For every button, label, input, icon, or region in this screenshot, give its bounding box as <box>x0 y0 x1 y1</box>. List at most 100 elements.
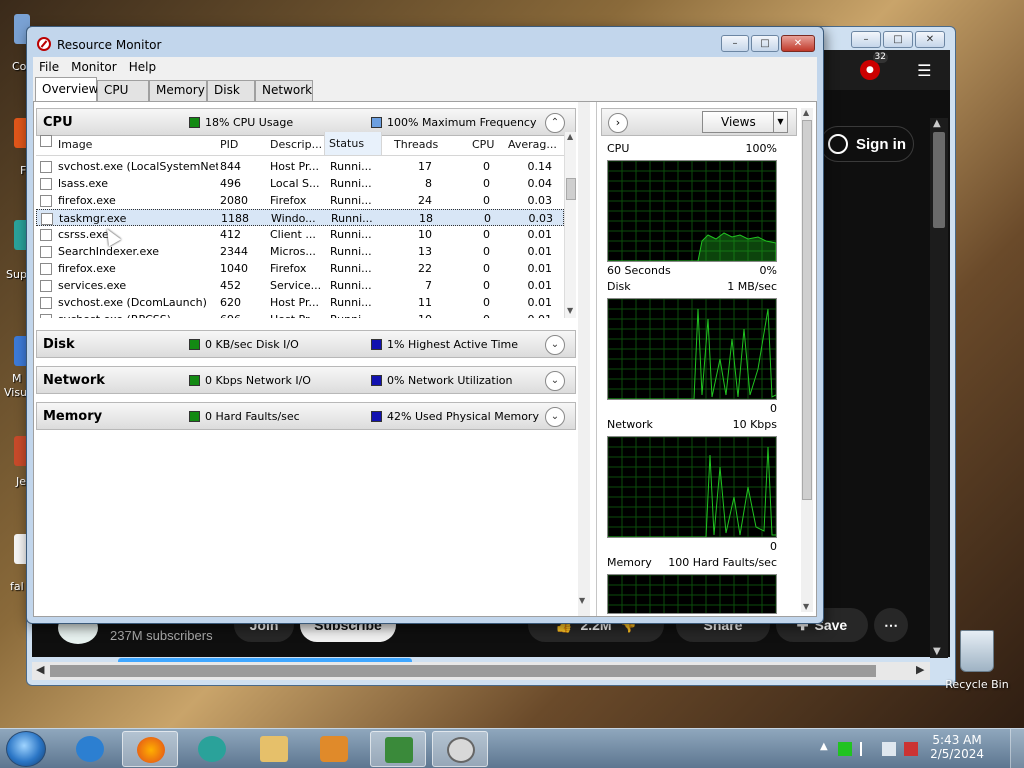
scrollbar-thumb[interactable] <box>566 178 576 200</box>
close-button[interactable]: ✕ <box>781 35 815 52</box>
memory-section-header[interactable]: Memory 0 Hard Faults/sec 42% Used Physic… <box>36 402 576 430</box>
recycle-bin[interactable]: Recycle Bin <box>942 630 1012 691</box>
row-checkbox[interactable] <box>40 297 52 309</box>
row-checkbox[interactable] <box>40 280 52 292</box>
column-header-description[interactable]: Descrip... <box>270 138 322 151</box>
firefox-vertical-scrollbar[interactable]: ▲ ▼ <box>930 118 948 658</box>
expand-chevron-icon[interactable]: ⌄ <box>545 407 565 427</box>
table-row[interactable]: firefox.exe 2080 Firefox Runni... 24 0 0.03 <box>36 192 564 209</box>
show-hidden-icons-icon[interactable]: ▲ <box>820 741 828 752</box>
taskbar-firefox[interactable] <box>122 731 178 767</box>
left-pane-scrollbar[interactable]: ▼ <box>578 102 590 616</box>
scroll-down-arrow-icon[interactable]: ▼ <box>803 602 809 611</box>
task-manager-tray-icon[interactable] <box>838 742 852 756</box>
collapse-chevron-icon[interactable]: ⌃ <box>545 113 565 133</box>
dropdown-arrow-icon[interactable]: ▼ <box>773 112 787 132</box>
scroll-up-arrow-icon[interactable]: ▲ <box>567 132 573 141</box>
network-io-legend-swatch <box>189 375 200 386</box>
table-row[interactable]: svchost.exe (RPCSS)696 Host Pr... Runni...… <box>36 311 564 318</box>
show-desktop-button[interactable] <box>1010 729 1024 768</box>
scroll-down-arrow-icon[interactable]: ▼ <box>579 596 585 605</box>
taskbar-resource-monitor[interactable] <box>432 731 488 767</box>
table-row[interactable]: taskmgr.exe 1188 Windo... Runni... 18 0 0.03 <box>36 209 564 226</box>
menu-bar: File Monitor Help <box>33 57 817 77</box>
menu-monitor[interactable]: Monitor <box>65 60 123 74</box>
collapse-pane-arrow-icon[interactable]: › <box>608 113 628 133</box>
expand-chevron-icon[interactable]: ⌄ <box>545 335 565 355</box>
graphs-pane-scrollbar[interactable]: ▲ ▼ <box>801 108 813 612</box>
more-actions-icon[interactable]: ⋯ <box>874 608 908 642</box>
scroll-right-arrow-icon[interactable]: ▶ <box>916 663 924 676</box>
table-row[interactable]: firefox.exe 1040 Firefox Runni... 22 0 0.01 <box>36 260 564 277</box>
cell-pid: 1188 <box>221 212 249 225</box>
action-center-flag-icon[interactable] <box>860 742 874 756</box>
tab-memory[interactable]: Memory <box>149 80 207 101</box>
scrollbar-thumb[interactable] <box>802 120 812 500</box>
taskbar-task-manager[interactable] <box>370 731 426 767</box>
scroll-up-arrow-icon[interactable]: ▲ <box>803 108 809 117</box>
select-all-checkbox[interactable] <box>40 135 52 147</box>
table-row[interactable]: services.exe 452 Service... Runni... 7 0 0.01 <box>36 277 564 294</box>
table-row[interactable]: lsass.exe 496 Local S... Runni... 8 0 0.04 <box>36 175 564 192</box>
network-section-header[interactable]: Network 0 Kbps Network I/O 0% Network Ut… <box>36 366 576 394</box>
row-checkbox[interactable] <box>40 263 52 275</box>
views-dropdown[interactable]: Views ▼ <box>702 111 788 133</box>
table-row[interactable]: SearchIndexer.exe 2344 Micros... Runni... 13… <box>36 243 564 260</box>
cell-cpu: 0 <box>483 245 490 258</box>
row-checkbox[interactable] <box>41 213 53 225</box>
taskbar-internet-explorer[interactable] <box>62 731 118 767</box>
scrollbar-thumb[interactable] <box>50 665 876 677</box>
start-button[interactable] <box>6 731 46 767</box>
column-header-status[interactable]: Status <box>324 132 382 155</box>
firefox-horizontal-scrollbar[interactable]: ◀ ▶ <box>32 662 930 680</box>
row-checkbox[interactable] <box>40 246 52 258</box>
cell-pid: 1040 <box>220 262 248 275</box>
menu-help[interactable]: Help <box>123 60 162 74</box>
column-header-pid[interactable]: PID <box>220 138 238 151</box>
scroll-down-arrow-icon[interactable]: ▼ <box>933 646 941 657</box>
tab-cpu[interactable]: CPU <box>97 80 149 101</box>
cell-desc: Host Pr... <box>270 313 324 318</box>
taskbar-media-player[interactable] <box>306 731 362 767</box>
taskbar-app[interactable] <box>184 731 240 767</box>
tab-network[interactable]: Network <box>255 80 313 101</box>
scroll-down-arrow-icon[interactable]: ▼ <box>567 306 573 315</box>
taskbar-explorer[interactable] <box>246 731 302 767</box>
maximize-button[interactable]: □ <box>751 35 779 52</box>
sign-in-button[interactable]: Sign in <box>820 126 914 162</box>
notification-badge-icon[interactable]: ● 32 <box>859 52 888 80</box>
scrollbar-thumb[interactable] <box>933 132 945 228</box>
firefox-maximize-button[interactable]: □ <box>883 31 913 48</box>
firefox-close-button[interactable]: ✕ <box>915 31 945 48</box>
scroll-left-arrow-icon[interactable]: ◀ <box>36 663 44 676</box>
menu-file[interactable]: File <box>33 60 65 74</box>
firefox-minimize-button[interactable]: – <box>851 31 881 48</box>
hamburger-menu-icon[interactable]: ☰ <box>917 61 931 80</box>
column-header-threads[interactable]: Threads <box>394 138 438 151</box>
row-checkbox[interactable] <box>40 178 52 190</box>
disk-section-header[interactable]: Disk 0 KB/sec Disk I/O 1% Highest Active… <box>36 330 576 358</box>
disk-section-title: Disk <box>43 337 75 352</box>
title-bar[interactable]: Resource Monitor – □ ✕ <box>27 27 823 57</box>
clock[interactable]: 5:43 AM 2/5/2024 <box>930 733 984 761</box>
network-icon[interactable] <box>882 742 896 756</box>
row-checkbox[interactable] <box>40 161 52 173</box>
column-header-image[interactable]: Image <box>58 138 92 151</box>
tab-overview[interactable]: Overview <box>35 77 99 101</box>
cell-threads: 10 <box>418 228 432 241</box>
column-header-cpu[interactable]: CPU <box>472 138 494 151</box>
volume-muted-icon[interactable] <box>904 742 918 756</box>
row-checkbox[interactable] <box>40 229 52 241</box>
scroll-up-arrow-icon[interactable]: ▲ <box>933 118 941 129</box>
column-header-average-cpu[interactable]: Averag... <box>508 138 557 151</box>
media-player-icon <box>320 736 348 762</box>
row-checkbox[interactable] <box>40 195 52 207</box>
process-table-scrollbar[interactable]: ▲ ▼ <box>564 132 576 318</box>
tab-disk[interactable]: Disk <box>207 80 255 101</box>
table-row[interactable]: svchost.exe (LocalSystemNet... 844 Host Pr… <box>36 158 564 175</box>
cell-avg: 0.03 <box>527 194 553 207</box>
row-checkbox[interactable] <box>40 314 52 318</box>
table-row[interactable]: svchost.exe (DcomLaunch) 620 Host Pr... Run… <box>36 294 564 311</box>
expand-chevron-icon[interactable]: ⌄ <box>545 371 565 391</box>
minimize-button[interactable]: – <box>721 35 749 52</box>
